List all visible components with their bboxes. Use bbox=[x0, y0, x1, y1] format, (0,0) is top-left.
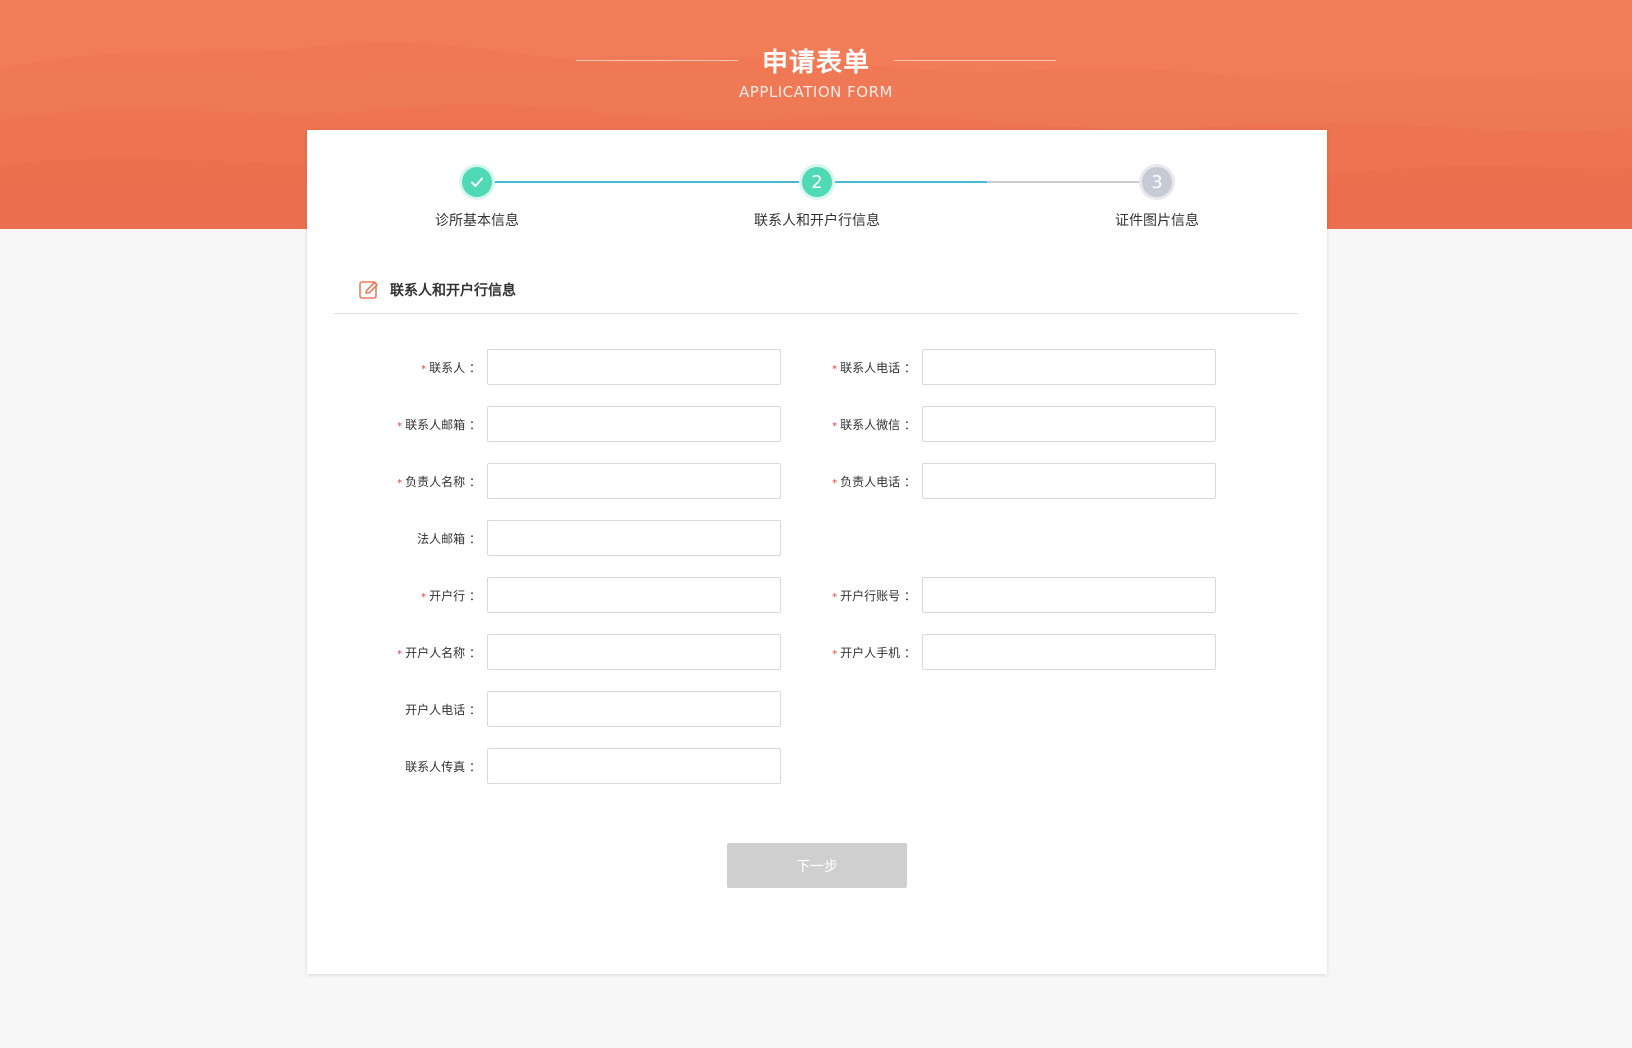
manager-name-label: * 负责人名称 ： bbox=[397, 474, 481, 489]
manager-phone-label: * 负责人电话 ： bbox=[832, 474, 916, 489]
field-contact-phone: * 联系人电话 ： bbox=[742, 349, 1216, 385]
field-contact-wechat: * 联系人微信 ： bbox=[742, 406, 1216, 442]
required-mark: * bbox=[832, 363, 838, 375]
account-holder-input[interactable] bbox=[487, 634, 781, 670]
step-2-label: 联系人和开户行信息 bbox=[754, 213, 880, 229]
required-mark: * bbox=[832, 591, 838, 603]
field-legal-email: 法人邮箱 ： bbox=[307, 520, 781, 556]
page-title: 申请表单 bbox=[761, 48, 870, 78]
required-mark: * bbox=[832, 420, 838, 432]
field-contact-fax: 联系人传真 ： bbox=[307, 748, 781, 784]
step-line-1-2 bbox=[477, 181, 817, 183]
next-step-button[interactable]: 下一步 bbox=[727, 843, 907, 888]
required-mark: * bbox=[421, 591, 427, 603]
step-1-circle bbox=[462, 167, 492, 197]
section-header: 联系人和开户行信息 bbox=[358, 279, 516, 301]
step-1-label: 诊所基本信息 bbox=[435, 213, 519, 229]
step-line-2-progress bbox=[817, 181, 987, 183]
account-holder-label: * 开户人名称 ： bbox=[397, 645, 481, 660]
edit-icon bbox=[359, 281, 378, 299]
contact-phone-label: * 联系人电话 ： bbox=[832, 360, 916, 375]
bank-account-label: * 开户行账号 ： bbox=[832, 588, 916, 603]
section-title: 联系人和开户行信息 bbox=[390, 283, 516, 299]
contact-email-input[interactable] bbox=[487, 406, 781, 442]
required-mark: * bbox=[397, 648, 403, 660]
contact-fax-input[interactable] bbox=[487, 748, 781, 784]
holder-mobile-label: * 开户人手机 ： bbox=[832, 645, 916, 660]
bank-account-input[interactable] bbox=[922, 577, 1216, 613]
check-icon bbox=[471, 177, 483, 187]
contact-wechat-label: * 联系人微信 ： bbox=[832, 417, 916, 432]
contact-phone-input[interactable] bbox=[922, 349, 1216, 385]
manager-phone-input[interactable] bbox=[922, 463, 1216, 499]
contact-name-input[interactable] bbox=[487, 349, 781, 385]
step-line-2-3 bbox=[987, 181, 1157, 183]
required-mark: * bbox=[832, 648, 838, 660]
field-account-holder: * 开户人名称 ： bbox=[307, 634, 781, 670]
field-holder-mobile: * 开户人手机 ： bbox=[742, 634, 1216, 670]
contact-name-label: * 联系人 ： bbox=[421, 360, 481, 375]
required-mark: * bbox=[397, 420, 403, 432]
field-manager-phone: * 负责人电话 ： bbox=[742, 463, 1216, 499]
field-manager-name: * 负责人名称 ： bbox=[307, 463, 781, 499]
bank-input[interactable] bbox=[487, 577, 781, 613]
page-subtitle: APPLICATION FORM bbox=[739, 83, 893, 101]
bank-label: * 开户行 ： bbox=[421, 588, 481, 603]
contact-fax-label: 联系人传真 ： bbox=[405, 759, 481, 774]
field-bank: * 开户行 ： bbox=[307, 577, 781, 613]
step-indicator: 2 3 诊所基本信息 联系人和开户行信息 证件图片信息 bbox=[307, 130, 1327, 240]
holder-mobile-input[interactable] bbox=[922, 634, 1216, 670]
holder-phone-input[interactable] bbox=[487, 691, 781, 727]
field-bank-account: * 开户行账号 ： bbox=[742, 577, 1216, 613]
required-mark: * bbox=[397, 477, 403, 489]
field-holder-phone: 开户人电话 ： bbox=[307, 691, 781, 727]
step-3-label: 证件图片信息 bbox=[1115, 213, 1199, 229]
legal-email-input[interactable] bbox=[487, 520, 781, 556]
section-divider bbox=[334, 313, 1298, 314]
field-contact-email: * 联系人邮箱 ： bbox=[307, 406, 781, 442]
page-title-block: 申请表单 APPLICATION FORM bbox=[0, 42, 1632, 101]
form-card: 2 3 诊所基本信息 联系人和开户行信息 证件图片信息 联系人和开户行信息 * 联… bbox=[307, 130, 1327, 974]
manager-name-input[interactable] bbox=[487, 463, 781, 499]
required-mark: * bbox=[421, 363, 427, 375]
title-divider-left bbox=[575, 60, 738, 61]
step-3-circle: 3 bbox=[1142, 167, 1172, 197]
title-divider-right bbox=[894, 60, 1056, 61]
holder-phone-label: 开户人电话 ： bbox=[405, 702, 481, 717]
contact-wechat-input[interactable] bbox=[922, 406, 1216, 442]
required-mark: * bbox=[832, 477, 838, 489]
legal-email-label: 法人邮箱 ： bbox=[417, 531, 481, 546]
step-2-circle: 2 bbox=[802, 167, 832, 197]
field-contact-name: * 联系人 ： bbox=[307, 349, 781, 385]
contact-email-label: * 联系人邮箱 ： bbox=[397, 417, 481, 432]
